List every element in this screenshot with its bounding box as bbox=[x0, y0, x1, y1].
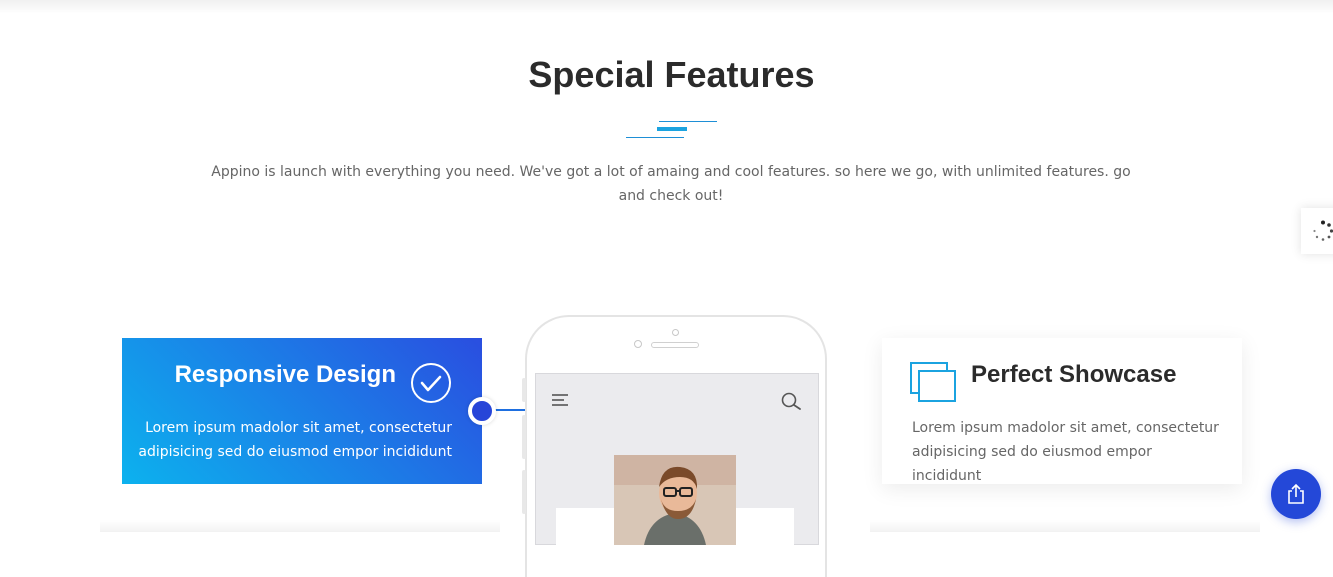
feature-card-responsive-design: Responsive Design Lorem ipsum madolor si… bbox=[122, 338, 482, 484]
feature-text: Lorem ipsum madolor sit amet, consectetu… bbox=[138, 420, 452, 460]
loading-widget[interactable] bbox=[1301, 208, 1333, 254]
phone-camera bbox=[672, 329, 679, 336]
phone-side-button bbox=[522, 378, 526, 402]
header-shadow bbox=[0, 0, 1333, 14]
phone-side-button bbox=[522, 415, 526, 459]
phone-side-button bbox=[522, 470, 526, 514]
loading-spinner-icon bbox=[1313, 220, 1333, 241]
feature-card-perfect-showcase: Perfect Showcase Lorem ipsum madolor sit… bbox=[882, 338, 1242, 484]
phone-speaker bbox=[651, 342, 699, 348]
search-icon bbox=[781, 392, 801, 410]
section-description: Appino is launch with everything you nee… bbox=[211, 164, 1131, 204]
title-divider bbox=[626, 121, 718, 139]
feature-title: Perfect Showcase bbox=[971, 361, 1177, 388]
showcase-windows-icon bbox=[910, 362, 956, 402]
feature-title: Responsive Design bbox=[174, 361, 396, 388]
card-shadow bbox=[870, 520, 1260, 532]
hamburger-menu-icon bbox=[552, 394, 568, 406]
feature-text: Lorem ipsum madolor sit amet, consectetu… bbox=[912, 420, 1219, 484]
connector-dot bbox=[468, 397, 496, 425]
share-button[interactable] bbox=[1271, 469, 1321, 519]
section-title: Special Features bbox=[528, 54, 815, 95]
share-icon bbox=[1288, 483, 1304, 504]
phone-sensor bbox=[634, 340, 642, 348]
card-shadow bbox=[100, 520, 500, 532]
check-circle-icon bbox=[411, 363, 451, 403]
